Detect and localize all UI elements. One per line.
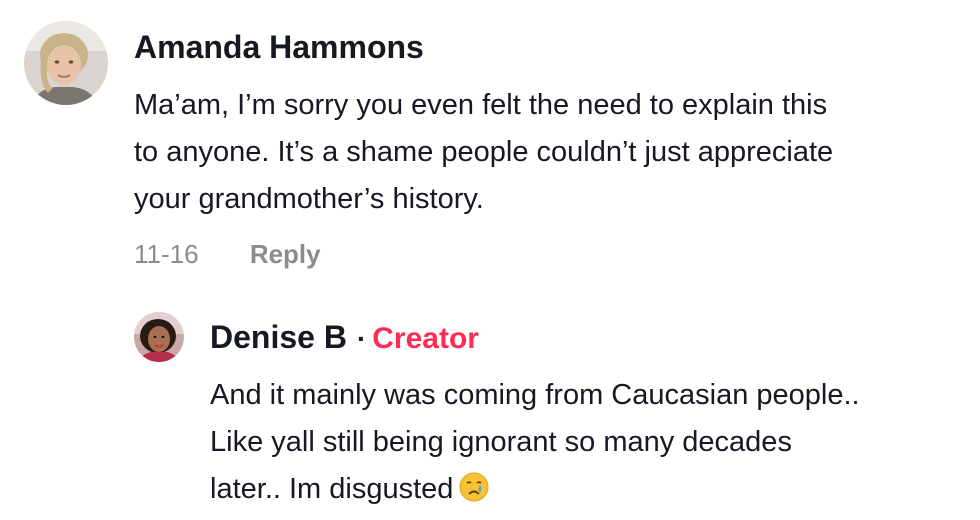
creator-badge: Creator (372, 322, 479, 355)
comment-text-line: later.. Im disgusted (210, 466, 970, 517)
comment-author[interactable]: Amanda Hammons (134, 28, 424, 66)
comment-meta: 11-16 Reply (134, 236, 321, 272)
comment-text: Ma’am, I’m sorry you even felt the need … (134, 82, 964, 223)
comment-author: Denise B · Creator (210, 318, 479, 358)
avatar[interactable] (134, 312, 184, 362)
separator-dot: · (356, 323, 367, 354)
reply-button[interactable]: Reply (250, 239, 321, 269)
comment-text-line: And it mainly was coming from Caucasian … (210, 379, 860, 411)
comment-text-line: your grandmother’s history. (134, 183, 484, 215)
crying-face-icon (459, 470, 489, 517)
comment-text-line: Like yall still being ignorant so many d… (210, 426, 792, 458)
comment-text: And it mainly was coming from Caucasian … (210, 372, 970, 517)
comment-text-segment: later.. Im disgusted (210, 473, 454, 505)
comment-item: Amanda Hammons Ma’am, I’m sorry you even… (0, 0, 980, 290)
comment-text-line: Ma’am, I’m sorry you even felt the need … (134, 89, 828, 121)
avatar-image (24, 21, 108, 105)
comment-text-line: to anyone. It’s a shame people couldn’t … (134, 136, 834, 168)
avatar-image (134, 312, 184, 362)
author-name[interactable]: Denise B (210, 319, 347, 355)
avatar[interactable] (24, 21, 108, 105)
comment-date: 11-16 (134, 239, 199, 269)
